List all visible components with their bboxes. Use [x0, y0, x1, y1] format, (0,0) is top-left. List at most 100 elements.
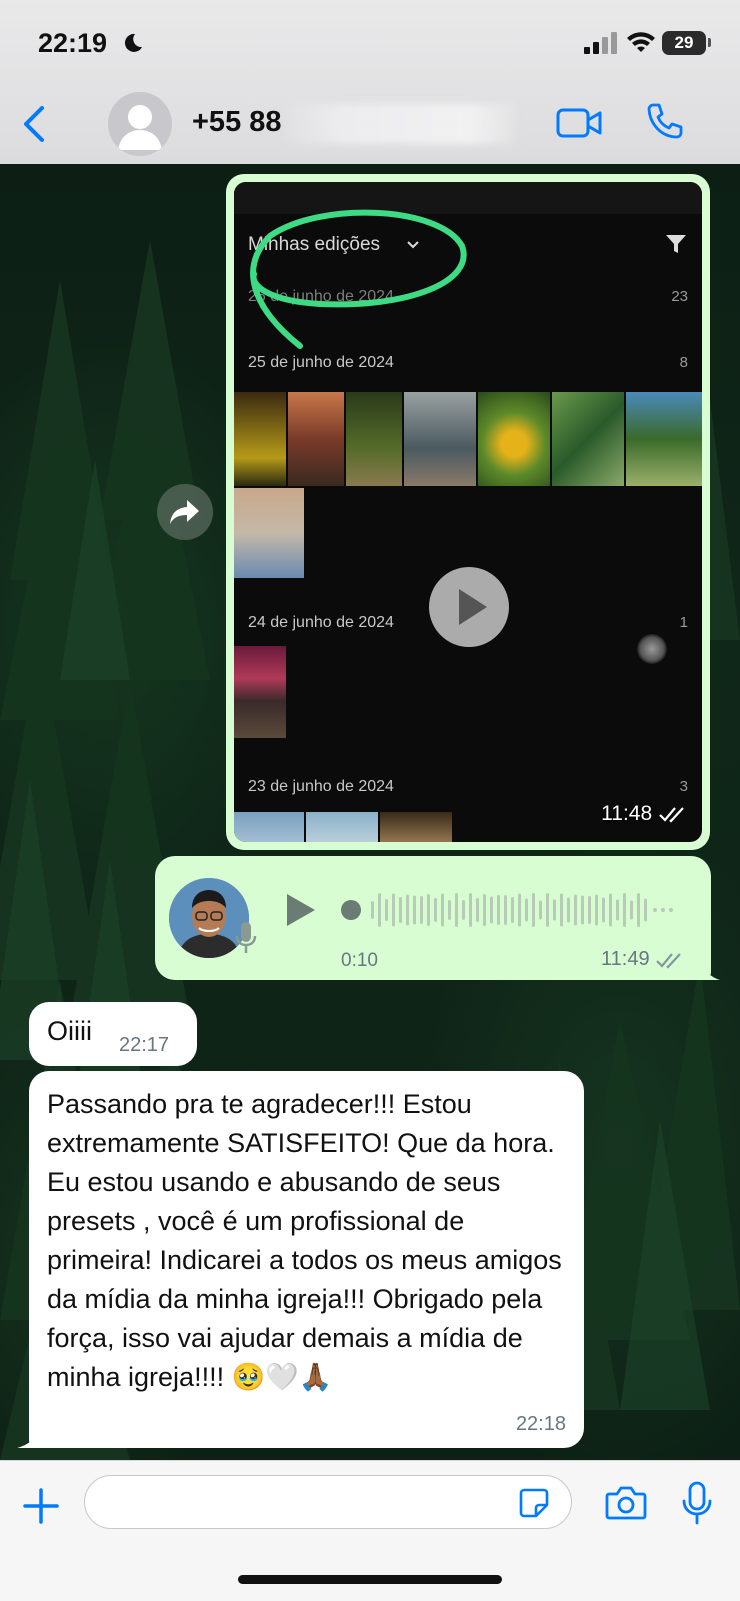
screenshot-count: 1: [679, 614, 688, 631]
double-check-icon: [659, 807, 684, 824]
incoming-message[interactable]: Oiiii 22:17: [29, 1002, 197, 1066]
waveform-bar: [483, 894, 486, 926]
message-text: Passando pra te agradecer!!! Estou extre…: [47, 1089, 570, 1392]
waveform-bar: [574, 894, 577, 926]
video-play-button[interactable]: [429, 567, 509, 647]
waveform-bar: [525, 898, 528, 922]
status-time: 22:19: [38, 28, 108, 58]
contact-avatar[interactable]: [108, 92, 172, 156]
photo-thumbnail: [234, 646, 286, 738]
screenshot-count: 3: [679, 778, 688, 795]
message-time: 11:48: [601, 802, 688, 826]
photo-thumbnail: [404, 392, 476, 486]
incoming-message[interactable]: Passando pra te agradecer!!! Estou extre…: [29, 1071, 584, 1448]
waveform-bar: [469, 893, 472, 927]
waveform-bar: [588, 896, 591, 924]
play-icon: [459, 589, 487, 625]
waveform-bar: [532, 893, 535, 927]
play-icon[interactable]: [283, 890, 317, 930]
voice-duration: 0:10: [341, 950, 378, 971]
photo-thumbnail: [234, 392, 286, 486]
photo-thumbnail: [306, 812, 378, 842]
forward-button[interactable]: [157, 484, 213, 540]
plus-icon[interactable]: [22, 1487, 60, 1525]
battery-tip: [708, 38, 711, 47]
photo-thumbnail: [346, 392, 402, 486]
waveform-bar: [441, 893, 444, 927]
screenshot-date: 23 de junho de 2024: [248, 778, 394, 795]
waveform-bar: [546, 893, 549, 927]
waveform-bar: [567, 897, 570, 923]
message-time-text: 11:49: [601, 948, 650, 970]
waveform-bar: [511, 897, 514, 923]
waveform-bar: [504, 895, 507, 925]
playback-position-dot: [341, 900, 361, 920]
message-time-text: 11:48: [601, 802, 653, 825]
waveform-bar: [385, 899, 388, 921]
photo-thumbnail: [234, 812, 304, 842]
wifi-icon: [627, 32, 655, 52]
message-input[interactable]: [84, 1475, 572, 1529]
waveform-bar: [378, 893, 381, 927]
waveform-bar: [371, 901, 374, 919]
waveform-bar: [462, 900, 465, 920]
screenshot-count: 23: [671, 288, 688, 305]
waveform-bar: [595, 894, 598, 926]
video-thumbnail[interactable]: Minhas edições 26 de junho de 2024 23 25…: [234, 182, 702, 842]
phone-call-icon[interactable]: [645, 102, 685, 142]
waveform-bar: [497, 895, 500, 925]
back-chevron-icon[interactable]: [20, 104, 50, 144]
waveform-bar: [623, 893, 626, 927]
waveform-dot: [661, 908, 665, 912]
photo-thumbnail: [380, 812, 452, 842]
screenshot-date: 24 de junho de 2024: [248, 614, 394, 631]
message-time: 22:18: [515, 1413, 566, 1435]
green-circle-annotation: [250, 209, 467, 349]
photo-thumbnail: [234, 488, 304, 578]
default-person-icon: [118, 105, 162, 150]
waveform-bar: [609, 893, 612, 927]
photo-thumbnail: [478, 392, 550, 486]
video-call-icon[interactable]: [556, 106, 602, 140]
waveform-bar: [553, 899, 556, 921]
filter-icon: [666, 235, 686, 253]
redacted-number-blur: [285, 104, 515, 144]
message-time: 11:49: [601, 948, 685, 971]
moon-icon: [124, 33, 142, 52]
cellular-signal-icon: [584, 32, 617, 54]
waveform-bar: [455, 893, 458, 927]
waveform-bar: [490, 896, 493, 924]
waveform-bar: [420, 896, 423, 924]
sticker-icon[interactable]: [518, 1487, 550, 1519]
home-indicator: [238, 1575, 502, 1584]
contact-name[interactable]: +55 88: [192, 106, 282, 139]
touch-indicator: [637, 634, 667, 664]
waveform-bar: [630, 900, 633, 920]
audio-waveform[interactable]: [341, 882, 681, 938]
share-arrow-icon: [170, 500, 199, 524]
outgoing-voice-message[interactable]: 0:10 11:49: [155, 856, 711, 980]
waveform-bar: [637, 893, 640, 927]
camera-icon[interactable]: [605, 1485, 647, 1521]
waveform-bar: [427, 894, 430, 926]
waveform-bar: [602, 897, 605, 923]
waveform-bar: [581, 895, 584, 925]
waveform-bar: [406, 894, 409, 926]
waveform-bar: [518, 893, 521, 927]
waveform-bar: [448, 900, 451, 920]
microphone-icon[interactable]: [680, 1481, 714, 1525]
microphone-icon: [235, 922, 257, 953]
outgoing-video-message[interactable]: Minhas edições 26 de junho de 2024 23 25…: [226, 174, 710, 850]
message-composer: [0, 1460, 740, 1601]
photo-thumbnail: [288, 392, 344, 486]
screenshot-date: 25 de junho de 2024: [248, 354, 394, 371]
waveform-dot: [653, 908, 657, 912]
screenshot-count: 8: [679, 354, 688, 371]
message-text: Oiiii: [47, 1016, 92, 1046]
waveform-bar: [413, 895, 416, 925]
waveform-bar: [392, 893, 395, 927]
battery-indicator: 29: [662, 31, 706, 55]
waveform-bar: [644, 898, 647, 922]
navigation-header: 22:19 29 +55 88: [0, 0, 740, 164]
double-check-icon: [656, 952, 681, 969]
